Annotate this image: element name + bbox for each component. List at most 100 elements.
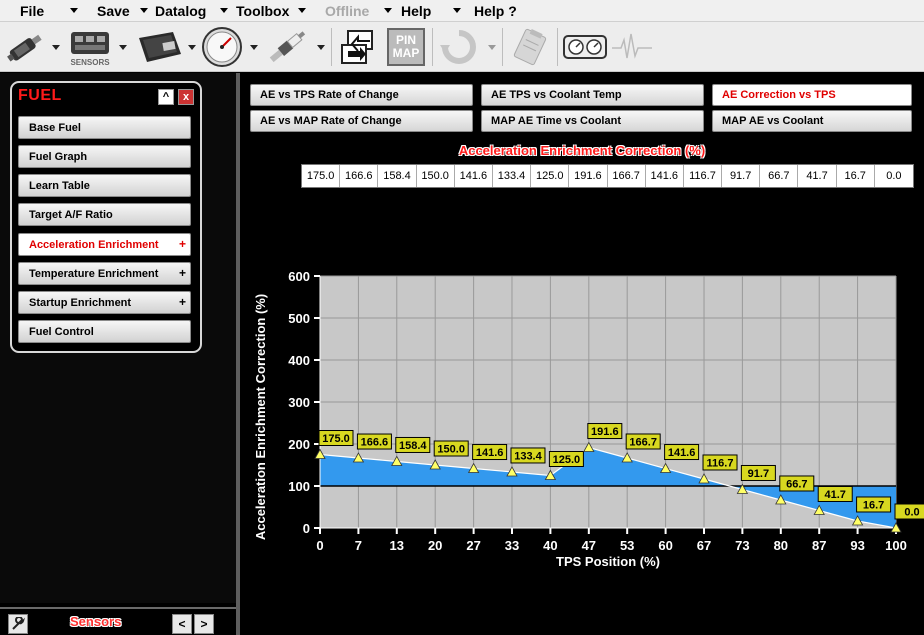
table-cell[interactable]: 16.7 [837,165,875,187]
x-axis-label: TPS Position (%) [556,554,660,569]
data-label: 66.7 [786,478,807,490]
fuel-nav-item[interactable]: Fuel Control [18,320,191,343]
y-tick-label: 100 [288,479,310,494]
sensors-button[interactable]: SENSORS [66,26,114,68]
chevron-down-icon[interactable] [298,8,306,13]
sync-button [437,26,481,68]
table-cell[interactable]: 125.0 [531,165,570,187]
ae-correction-chart[interactable]: 0 7 13 20 27 33 40 47 53 60 67 73 80 87 93 100 0 100 200 30… [240,191,924,635]
pin-map-button[interactable]: PIN MAP [385,26,427,68]
fuel-nav-item[interactable]: Target A/F Ratio [18,203,191,226]
table-cell[interactable]: 150.0 [417,165,455,187]
x-tick-label: 100 [885,538,907,553]
value-table: 175.0 166.6 158.4 150.0 141.6 133.4 125.0 191.6… [301,164,914,188]
toolbar-separator [331,28,332,66]
data-label: 175.0 [322,433,350,445]
table-cell[interactable]: 141.6 [646,165,684,187]
fuel-nav-item[interactable]: Fuel Graph [18,145,191,168]
fuel-nav-item-label: Fuel Graph [29,150,88,163]
table-cell[interactable]: 116.7 [684,165,723,187]
x-tick-label: 60 [658,538,672,553]
tab-button[interactable]: AE Correction vs TPS [712,84,912,106]
transfer-button[interactable] [336,26,380,68]
data-label: 141.6 [668,447,696,459]
next-sensor-button[interactable]: > [194,614,214,634]
expand-plus-icon: + [178,237,186,251]
data-label: 158.4 [399,440,427,452]
ecu-button[interactable] [134,26,186,68]
chevron-down-icon[interactable] [52,45,60,50]
tab-button[interactable]: MAP AE Time vs Coolant [481,110,704,132]
fuel-injector-icon [7,34,42,62]
fuel-nav-item[interactable]: Learn Table [18,174,191,197]
fuel-nav-item-label: Fuel Control [29,325,94,338]
table-cell[interactable]: 158.4 [378,165,417,187]
x-tick-label: 27 [466,538,480,553]
data-label: 150.0 [437,444,465,456]
waveform-button [610,26,654,68]
table-cell[interactable]: 91.7 [722,165,761,187]
chevron-down-icon[interactable] [384,8,392,13]
spark-plug-button[interactable] [262,26,312,68]
fuel-nav-item-label: Startup Enrichment [29,296,132,309]
chevron-down-icon[interactable] [453,8,461,13]
menu-datalog[interactable]: Datalog [155,2,206,20]
clipboard-button [508,26,552,68]
table-cell[interactable]: 166.6 [340,165,379,187]
table-cell[interactable]: 166.7 [608,165,646,187]
collapse-button[interactable]: ^ [158,89,174,105]
fuel-nav-item[interactable]: Acceleration Enrichment + [18,233,191,256]
menu-save[interactable]: Save [97,2,130,20]
data-label: 125.0 [553,454,581,466]
prev-sensor-button[interactable]: < [172,614,192,634]
chevron-down-icon[interactable] [250,45,258,50]
table-cell[interactable]: 141.6 [455,165,493,187]
wrench-button[interactable] [8,614,28,634]
tab-button[interactable]: MAP AE vs Coolant [712,110,912,132]
table-cell[interactable]: 41.7 [798,165,837,187]
chevron-down-icon[interactable] [220,8,228,13]
table-cell[interactable]: 175.0 [302,165,341,187]
gauge-icon [202,27,242,67]
data-label: 166.6 [361,437,389,449]
y-tick-label: 600 [288,269,310,284]
fuel-nav-item-label: Acceleration Enrichment [29,238,159,251]
chevron-down-icon[interactable] [140,8,148,13]
sensors-label: Sensors [70,614,122,629]
tab-button[interactable]: AE vs MAP Rate of Change [250,110,473,132]
data-label: 16.7 [863,499,884,511]
toolbar: SENSORS PIN MAP [0,22,924,72]
menu-offline: Offline [325,3,370,19]
tab-button[interactable]: AE TPS vs Coolant Temp [481,84,704,106]
table-cell[interactable]: 191.6 [569,165,608,187]
injector-button[interactable] [4,26,48,68]
y-axis-label: Acceleration Enrichment Correction (%) [253,294,268,540]
menu-help[interactable]: Help [401,2,431,20]
table-cell[interactable]: 0.0 [875,165,913,187]
chevron-down-icon[interactable] [119,45,127,50]
close-button[interactable]: x [178,89,194,105]
y-tick-label: 400 [288,353,310,368]
app-window: File Save Datalog Toolbox Offline Help H… [0,0,924,635]
chevron-down-icon[interactable] [70,8,78,13]
fuel-nav-item[interactable]: Base Fuel [18,116,191,139]
menu-toolbox[interactable]: Toolbox [236,2,289,20]
sensors-toolbar-label: SENSORS [70,57,110,67]
spark-plug-icon [269,31,306,63]
chevron-down-icon[interactable] [188,45,196,50]
table-cell[interactable]: 133.4 [493,165,532,187]
pin-map-line2: MAP [392,46,420,60]
x-tick-label: 33 [505,538,519,553]
x-tick-label: 67 [697,538,711,553]
fuel-nav-item[interactable]: Startup Enrichment + [18,291,191,314]
menu-file[interactable]: File [20,2,44,20]
gauge-button[interactable] [200,26,244,68]
menu-help-question[interactable]: Help ? [474,2,517,20]
data-label: 41.7 [825,489,846,501]
dual-gauge-button[interactable] [562,26,608,68]
tab-button[interactable]: AE vs TPS Rate of Change [250,84,473,106]
table-cell[interactable]: 66.7 [760,165,799,187]
chevron-down-icon[interactable] [317,45,325,50]
fuel-menu-box: FUEL ^ x Base Fuel Fuel Graph Learn Table T… [10,81,202,353]
fuel-nav-item[interactable]: Temperature Enrichment + [18,262,191,285]
